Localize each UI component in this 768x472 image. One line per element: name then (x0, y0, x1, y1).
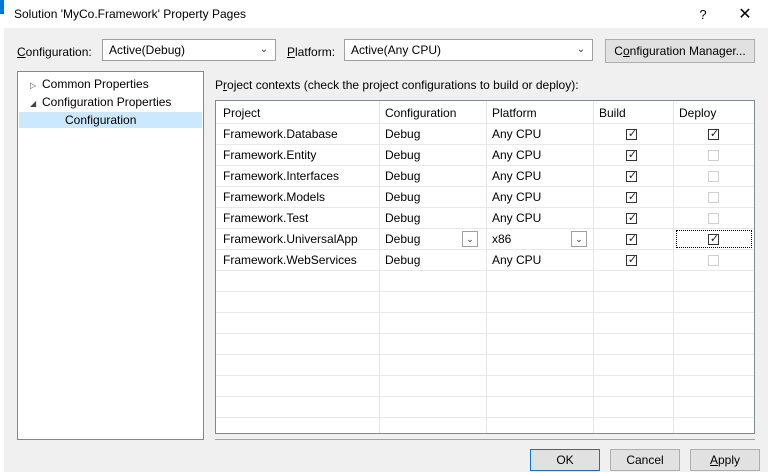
cancel-button[interactable]: Cancel (610, 449, 680, 471)
project-name-cell: Framework.Models (223, 190, 326, 204)
row-divider (216, 270, 754, 271)
checkmark-icon: ✓ (627, 170, 638, 182)
configuration-value: Active(Debug) (109, 43, 186, 57)
collapse-arrow-icon[interactable]: ◢ (30, 96, 42, 112)
deploy-checkbox (708, 255, 719, 266)
row-divider (216, 333, 754, 334)
project-name-cell: Framework.WebServices (223, 253, 357, 267)
title-bar: Solution 'MyCo.Framework' Property Pages… (0, 0, 768, 28)
build-checkbox[interactable]: ✓ (626, 170, 638, 182)
deploy-checkbox (708, 213, 719, 224)
row-divider (216, 375, 754, 376)
project-contexts-grid: Project Configuration Platform Build Dep… (215, 100, 755, 434)
configuration-cell[interactable]: Debug (385, 145, 420, 165)
column-header-project[interactable]: Project (223, 103, 260, 123)
platform-cell-dropdown-button[interactable]: ⌄ (571, 231, 587, 247)
close-button[interactable]: ✕ (725, 0, 765, 28)
checkmark-icon: ✓ (709, 128, 720, 140)
window-edge (0, 0, 4, 472)
tree-item-configuration-properties[interactable]: ◢ Configuration Properties (30, 94, 171, 110)
help-button[interactable]: ? (688, 0, 718, 28)
platform-cell[interactable]: Any CPU (492, 208, 541, 228)
build-checkbox[interactable]: ✓ (626, 191, 638, 203)
expand-arrow-icon[interactable]: ▷ (30, 78, 42, 94)
configuration-cell[interactable]: Debug (385, 229, 420, 249)
project-name-cell: Framework.Test (223, 211, 309, 225)
project-name-cell: Framework.UniversalApp (223, 232, 358, 246)
configuration-cell[interactable]: Debug (385, 250, 420, 270)
column-divider (486, 101, 487, 433)
project-name-cell: Framework.Interfaces (223, 169, 340, 183)
deploy-checkbox[interactable]: ✓ (708, 128, 720, 140)
configuration-manager-button[interactable]: Configuration Manager... (605, 39, 755, 63)
close-icon[interactable]: ✕ (738, 4, 751, 24)
column-header-platform[interactable]: Platform (492, 103, 537, 123)
row-divider (216, 417, 754, 418)
project-contexts-label: Project contexts (check the project conf… (215, 78, 579, 92)
project-name-cell: Framework.Database (223, 127, 338, 141)
configuration-cell[interactable]: Debug (385, 124, 420, 144)
configuration-dropdown[interactable]: Active(Debug) ⌄ (102, 39, 276, 61)
configuration-label: Configuration: (17, 45, 92, 59)
configuration-cell[interactable]: Debug (385, 208, 420, 228)
checkmark-icon: ✓ (627, 128, 638, 140)
configuration-cell-dropdown-button[interactable]: ⌄ (462, 231, 478, 247)
footer-separator (215, 439, 755, 440)
column-header-deploy[interactable]: Deploy (679, 103, 716, 123)
apply-button[interactable]: Apply (690, 449, 760, 471)
build-checkbox[interactable]: ✓ (626, 149, 638, 161)
platform-dropdown[interactable]: Active(Any CPU) ⌄ (344, 39, 593, 61)
deploy-checkbox (708, 150, 719, 161)
chevron-down-icon: ⌄ (576, 44, 586, 55)
column-header-configuration[interactable]: Configuration (385, 103, 456, 123)
focus-rectangle (676, 230, 752, 248)
tree-item-common-properties[interactable]: ▷ Common Properties (30, 76, 149, 92)
checkmark-icon: ✓ (627, 191, 638, 203)
build-checkbox[interactable]: ✓ (626, 254, 638, 266)
column-divider (593, 101, 594, 433)
row-divider (216, 396, 754, 397)
platform-cell[interactable]: Any CPU (492, 250, 541, 270)
platform-label: Platform: (287, 45, 336, 59)
checkmark-icon: ✓ (627, 254, 638, 266)
column-divider (379, 101, 380, 433)
checkmark-icon: ✓ (627, 212, 638, 224)
row-divider (216, 354, 754, 355)
column-header-build[interactable]: Build (599, 103, 626, 123)
configuration-cell[interactable]: Debug (385, 166, 420, 186)
deploy-checkbox (708, 171, 719, 182)
build-checkbox[interactable]: ✓ (626, 212, 638, 224)
tree-item-configuration[interactable]: Configuration (65, 112, 136, 128)
platform-value: Active(Any CPU) (351, 43, 442, 57)
platform-cell[interactable]: Any CPU (492, 187, 541, 207)
chevron-down-icon: ⌄ (259, 44, 269, 55)
ok-button[interactable]: OK (530, 449, 600, 471)
platform-cell[interactable]: Any CPU (492, 124, 541, 144)
project-name-cell: Framework.Entity (223, 148, 317, 162)
row-divider (216, 312, 754, 313)
configuration-cell[interactable]: Debug (385, 187, 420, 207)
platform-cell[interactable]: Any CPU (492, 145, 541, 165)
build-checkbox[interactable]: ✓ (626, 233, 638, 245)
build-checkbox[interactable]: ✓ (626, 128, 638, 140)
deploy-checkbox (708, 192, 719, 203)
platform-cell[interactable]: Any CPU (492, 166, 541, 186)
row-divider (216, 291, 754, 292)
window-edge-accent (0, 0, 4, 14)
platform-cell[interactable]: x86 (492, 229, 511, 249)
window-title: Solution 'MyCo.Framework' Property Pages (14, 7, 247, 21)
checkmark-icon: ✓ (627, 149, 638, 161)
column-divider (673, 101, 674, 433)
checkmark-icon: ✓ (627, 233, 638, 245)
property-tree: ▷ Common Properties ◢ Configuration Proper… (17, 71, 204, 440)
